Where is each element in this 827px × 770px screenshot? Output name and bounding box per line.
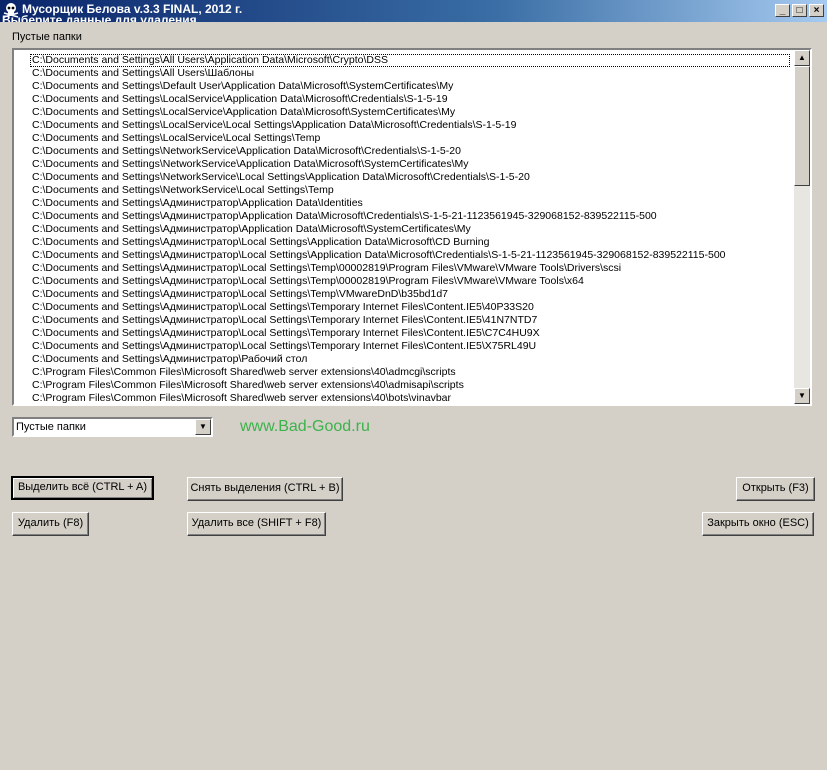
- list-item[interactable]: C:\Documents and Settings\LocalService\A…: [30, 93, 790, 106]
- list-item[interactable]: C:\Documents and Settings\All Users\Шабл…: [30, 67, 790, 80]
- list-item[interactable]: C:\Program Files\Common Files\Microsoft …: [30, 379, 790, 392]
- window-subtitle: Выберите данные для удаления.: [2, 13, 200, 22]
- list-item[interactable]: C:\Documents and Settings\Администратор\…: [30, 353, 790, 366]
- list-item[interactable]: C:\Documents and Settings\Администратор\…: [30, 249, 790, 262]
- site-link[interactable]: www.Bad-Good.ru: [240, 418, 370, 436]
- close-button[interactable]: Закрыть окно (ESC): [702, 512, 814, 536]
- list-item[interactable]: C:\Documents and Settings\Администратор\…: [30, 210, 790, 223]
- list-item[interactable]: C:\Documents and Settings\NetworkService…: [30, 145, 790, 158]
- maximize-button[interactable]: □: [792, 4, 807, 17]
- list-item[interactable]: C:\Documents and Settings\LocalService\A…: [30, 106, 790, 119]
- close-window-button[interactable]: ×: [809, 4, 824, 17]
- scroll-thumb[interactable]: [794, 66, 810, 186]
- list-item[interactable]: C:\Documents and Settings\LocalService\L…: [30, 119, 790, 132]
- list-item[interactable]: C:\Documents and Settings\Администратор\…: [30, 288, 790, 301]
- list-item[interactable]: C:\Documents and Settings\Администратор\…: [30, 275, 790, 288]
- folder-list: C:\Documents and Settings\All Users\Appl…: [30, 54, 790, 404]
- list-item[interactable]: C:\Documents and Settings\Администратор\…: [30, 340, 790, 353]
- scroll-up-button[interactable]: ▲: [794, 50, 810, 66]
- list-item[interactable]: C:\Documents and Settings\Default User\A…: [30, 80, 790, 93]
- list-item[interactable]: C:\Documents and Settings\Администратор\…: [30, 197, 790, 210]
- folder-listbox[interactable]: C:\Documents and Settings\All Users\Appl…: [12, 48, 812, 406]
- list-item[interactable]: C:\Documents and Settings\LocalService\L…: [30, 132, 790, 145]
- select-all-button[interactable]: Выделить всё (CTRL + A): [11, 476, 154, 500]
- scroll-down-button[interactable]: ▼: [794, 388, 810, 404]
- list-item[interactable]: C:\Documents and Settings\Администратор\…: [30, 223, 790, 236]
- list-item[interactable]: C:\Program Files\Common Files\Microsoft …: [30, 392, 790, 404]
- list-item[interactable]: C:\Documents and Settings\NetworkService…: [30, 158, 790, 171]
- list-item[interactable]: C:\Documents and Settings\All Users\Appl…: [30, 54, 790, 67]
- list-item[interactable]: C:\Documents and Settings\Администратор\…: [30, 327, 790, 340]
- list-item[interactable]: C:\Documents and Settings\NetworkService…: [30, 184, 790, 197]
- minimize-button[interactable]: _: [775, 4, 790, 17]
- delete-all-button[interactable]: Удалить все (SHIFT + F8): [187, 512, 326, 536]
- title-bar: Мусорщик Белова v.3.3 FINAL, 2012 г. Выб…: [0, 0, 827, 22]
- category-select-value: Пустые папки: [16, 421, 86, 433]
- category-select[interactable]: Пустые папки ▼: [12, 417, 213, 437]
- vertical-scrollbar[interactable]: ▲ ▼: [794, 50, 810, 404]
- list-item[interactable]: C:\Documents and Settings\Администратор\…: [30, 262, 790, 275]
- list-item[interactable]: C:\Documents and Settings\Администратор\…: [30, 314, 790, 327]
- deselect-button[interactable]: Снять выделения (CTRL + B): [187, 477, 343, 501]
- list-item[interactable]: C:\Program Files\Common Files\Microsoft …: [30, 366, 790, 379]
- list-item[interactable]: C:\Documents and Settings\Администратор\…: [30, 301, 790, 314]
- list-item[interactable]: C:\Documents and Settings\Администратор\…: [30, 236, 790, 249]
- open-button[interactable]: Открыть (F3): [736, 477, 815, 501]
- delete-button[interactable]: Удалить (F8): [12, 512, 89, 536]
- list-item[interactable]: C:\Documents and Settings\NetworkService…: [30, 171, 790, 184]
- chevron-down-icon[interactable]: ▼: [195, 419, 211, 435]
- group-label: Пустые папки: [12, 31, 82, 43]
